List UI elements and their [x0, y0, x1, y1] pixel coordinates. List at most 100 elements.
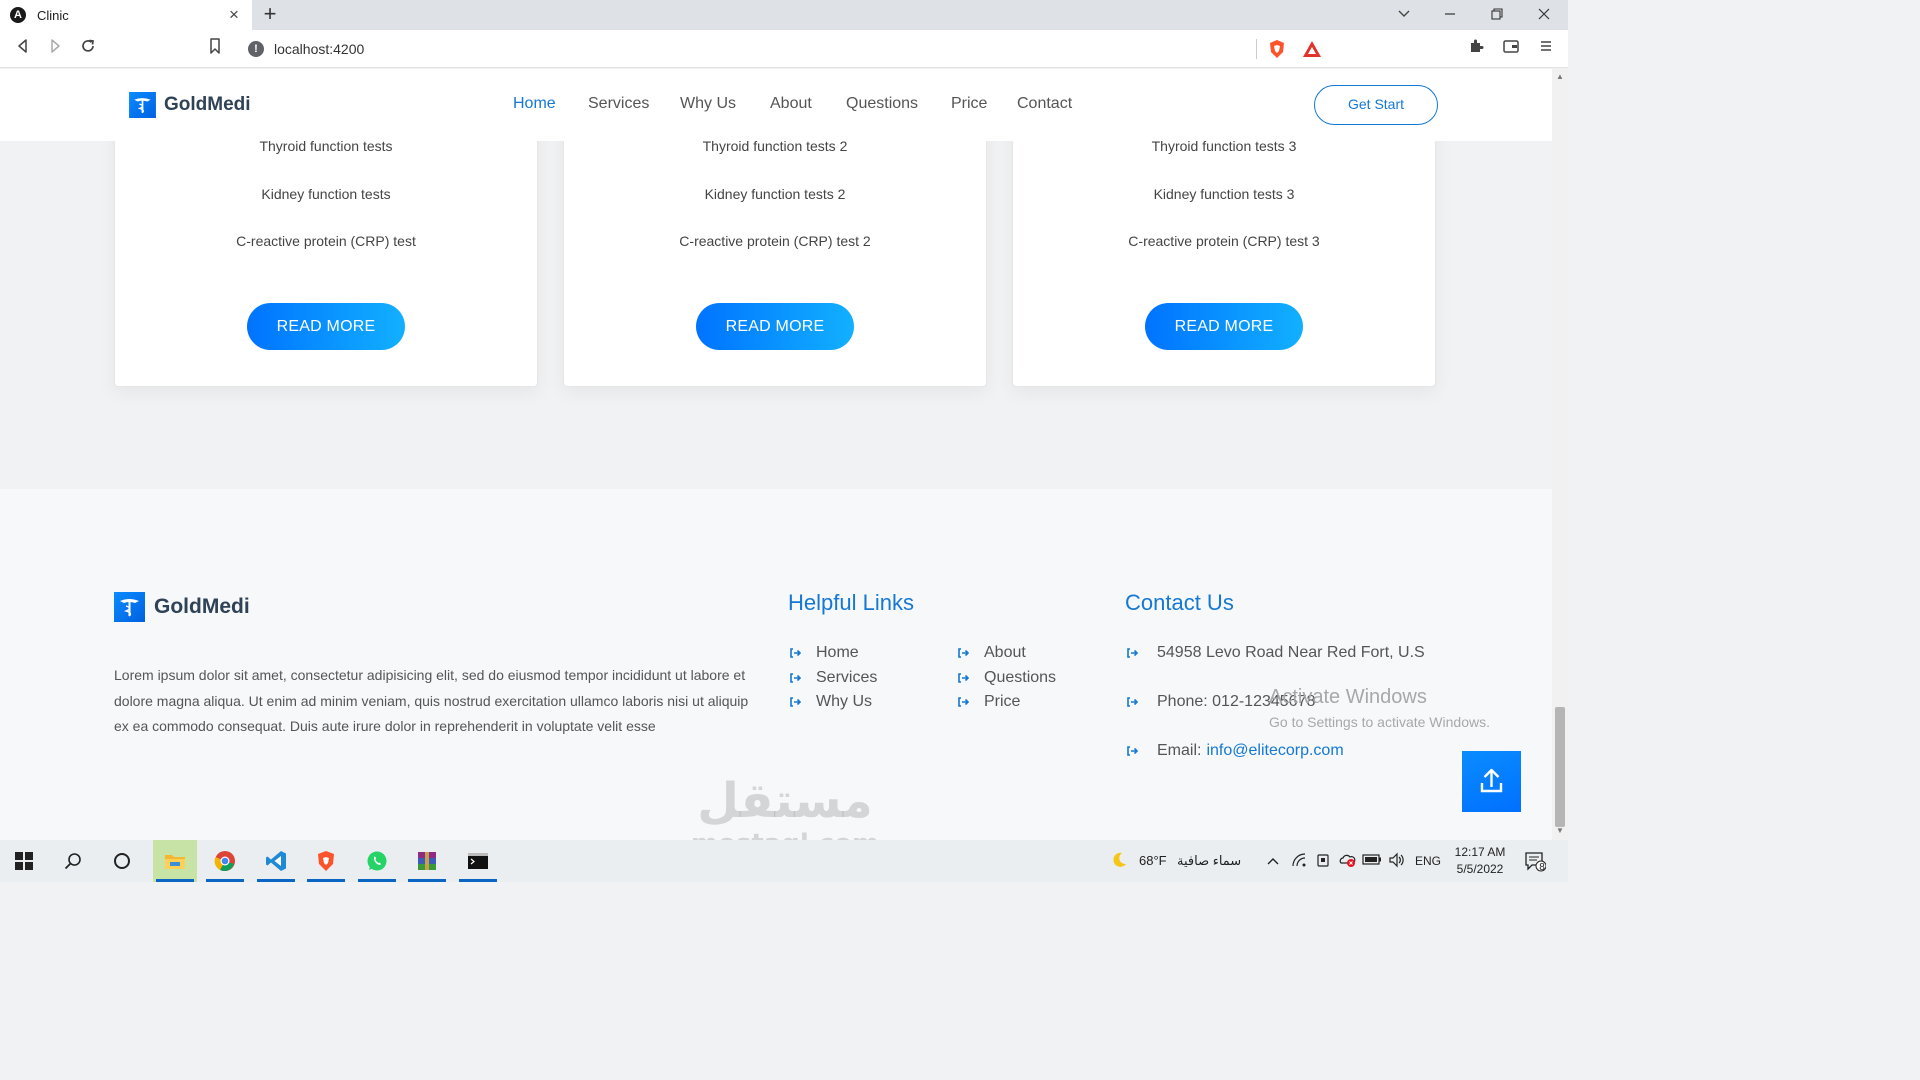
browser-tab[interactable]: A Clinic × — [0, 0, 252, 30]
chrome-icon[interactable] — [203, 840, 247, 882]
winrar-icon[interactable] — [405, 840, 449, 882]
address-bar[interactable]: ! localhost:4200 — [238, 35, 1330, 63]
card-item: C-reactive protein (CRP) test — [236, 233, 416, 249]
wallet-icon[interactable] — [1500, 38, 1522, 60]
activate-subtitle: Go to Settings to activate Windows. — [1269, 714, 1490, 730]
input-language[interactable]: ENG — [1415, 854, 1441, 868]
notification-count: 8 — [1539, 862, 1545, 873]
nav-about[interactable]: About — [770, 95, 812, 113]
footer-logo-text: GoldMedi — [154, 595, 250, 618]
tab-title: Clinic — [37, 7, 69, 23]
page-scrollbar[interactable]: ▲ ▼ — [1552, 69, 1568, 840]
card-item: Kidney function tests 2 — [704, 186, 846, 202]
read-more-button[interactable]: READ MORE — [1145, 303, 1303, 350]
nav-price[interactable]: Price — [951, 95, 987, 113]
wifi-icon[interactable] — [1291, 852, 1307, 871]
footer-link-label: Price — [984, 693, 1021, 710]
tray-chevron-up-icon[interactable] — [1266, 854, 1280, 869]
nav-services[interactable]: Services — [588, 95, 649, 113]
meet-now-icon[interactable] — [1316, 852, 1332, 871]
file-explorer-icon[interactable] — [153, 840, 197, 882]
divider — [1256, 39, 1257, 59]
footer-link-label: About — [984, 644, 1026, 661]
browser-toolbar: ! localhost:4200 — [0, 30, 1568, 68]
footer-description: Lorem ipsum dolor sit amet, consectetur … — [114, 667, 749, 734]
sign-in-arrow-icon — [958, 697, 970, 707]
reload-icon[interactable] — [77, 38, 99, 60]
sign-in-arrow-icon — [1127, 648, 1139, 658]
system-clock[interactable]: 12:17 AM 5/5/2022 — [1448, 844, 1512, 878]
scroll-to-top-button[interactable] — [1462, 751, 1521, 812]
get-start-button[interactable]: Get Start — [1314, 85, 1438, 125]
activate-windows-notice: Activate Windows Go to Settings to activ… — [1269, 686, 1490, 730]
new-tab-button[interactable]: + — [258, 3, 282, 27]
contact-email: Email: info@elitecorp.com — [1125, 742, 1344, 760]
whatsapp-icon[interactable] — [355, 840, 399, 882]
card-item: C-reactive protein (CRP) test 2 — [679, 233, 871, 249]
close-window-button[interactable] — [1526, 4, 1562, 26]
contact-email-link[interactable]: info@elitecorp.com — [1206, 742, 1343, 760]
weather-temperature[interactable]: 68°F — [1139, 853, 1167, 868]
contact-address: 54958 Levo Road Near Red Fort, U.S — [1125, 644, 1425, 662]
bookmark-icon[interactable] — [204, 38, 226, 60]
read-more-button[interactable]: READ MORE — [247, 303, 405, 350]
weather-moon-icon[interactable] — [1110, 851, 1128, 872]
terminal-icon[interactable] — [456, 840, 500, 882]
back-icon[interactable] — [12, 38, 34, 60]
vscode-icon[interactable] — [254, 840, 298, 882]
windows-taskbar: 68°F سماء صافية ENG 12:17 AM 5/5/2022 8 — [0, 840, 1568, 882]
scroll-up-arrow-icon[interactable]: ▲ — [1555, 72, 1565, 81]
onedrive-error-icon[interactable] — [1338, 852, 1356, 871]
extensions-icon[interactable] — [1465, 38, 1487, 60]
footer-link-price[interactable]: Price — [956, 693, 1020, 711]
browser-tab-bar: A Clinic × + — [0, 0, 1568, 30]
footer-link-home[interactable]: Home — [788, 644, 859, 662]
menu-icon[interactable] — [1535, 38, 1557, 60]
upload-arrow-icon — [1480, 768, 1503, 793]
restore-button[interactable] — [1479, 4, 1515, 26]
card-item: Kidney function tests — [261, 186, 391, 202]
windows-start-icon[interactable] — [2, 840, 46, 882]
nav-questions[interactable]: Questions — [846, 95, 918, 113]
brave-rewards-icon[interactable] — [1302, 40, 1322, 58]
nav-home[interactable]: Home — [513, 95, 556, 113]
contact-address-text: 54958 Levo Road Near Red Fort, U.S — [1157, 644, 1425, 661]
search-icon[interactable] — [51, 840, 95, 882]
footer-link-about[interactable]: About — [956, 644, 1026, 662]
contact-email-label: Email: — [1157, 742, 1202, 759]
footer-link-label: Home — [816, 644, 859, 661]
clock-time: 12:17 AM — [1454, 845, 1506, 859]
activate-title: Activate Windows — [1269, 686, 1427, 708]
brave-shields-icon[interactable] — [1268, 39, 1286, 59]
tab-search-chevron-icon[interactable] — [1386, 4, 1422, 26]
helpful-links-heading: Helpful Links — [788, 590, 914, 615]
sign-in-arrow-icon — [958, 673, 970, 683]
volume-icon[interactable] — [1388, 852, 1406, 871]
sign-in-arrow-icon — [1127, 746, 1139, 756]
tab-close-icon[interactable]: × — [226, 5, 242, 25]
battery-icon[interactable] — [1362, 853, 1382, 868]
footer-link-questions[interactable]: Questions — [956, 669, 1056, 687]
site-info-icon[interactable]: ! — [248, 41, 264, 57]
card-item: Kidney function tests 3 — [1153, 186, 1295, 202]
footer-link-why-us[interactable]: Why Us — [788, 693, 872, 711]
scroll-thumb[interactable] — [1555, 707, 1565, 827]
footer-logo[interactable]: GoldMedi — [114, 592, 250, 622]
watermark-latin: mostaql.com — [690, 829, 880, 840]
weather-description[interactable]: سماء صافية — [1177, 853, 1241, 869]
cortana-icon[interactable] — [100, 840, 144, 882]
site-logo[interactable]: GoldMedi — [129, 92, 251, 118]
scroll-down-arrow-icon[interactable]: ▼ — [1555, 826, 1565, 835]
nav-why-us[interactable]: Why Us — [680, 95, 736, 113]
sign-in-arrow-icon — [790, 697, 802, 707]
caduceus-logo-icon — [129, 92, 156, 118]
footer-link-services[interactable]: Services — [788, 669, 877, 687]
nav-contact[interactable]: Contact — [1017, 95, 1072, 113]
minimize-button[interactable] — [1432, 4, 1468, 26]
brave-browser-icon[interactable] — [304, 840, 348, 882]
contact-us-heading: Contact Us — [1125, 590, 1234, 615]
footer-link-label: Why Us — [816, 693, 872, 710]
forward-icon[interactable] — [44, 38, 66, 60]
read-more-button[interactable]: READ MORE — [696, 303, 854, 350]
sign-in-arrow-icon — [958, 648, 970, 658]
